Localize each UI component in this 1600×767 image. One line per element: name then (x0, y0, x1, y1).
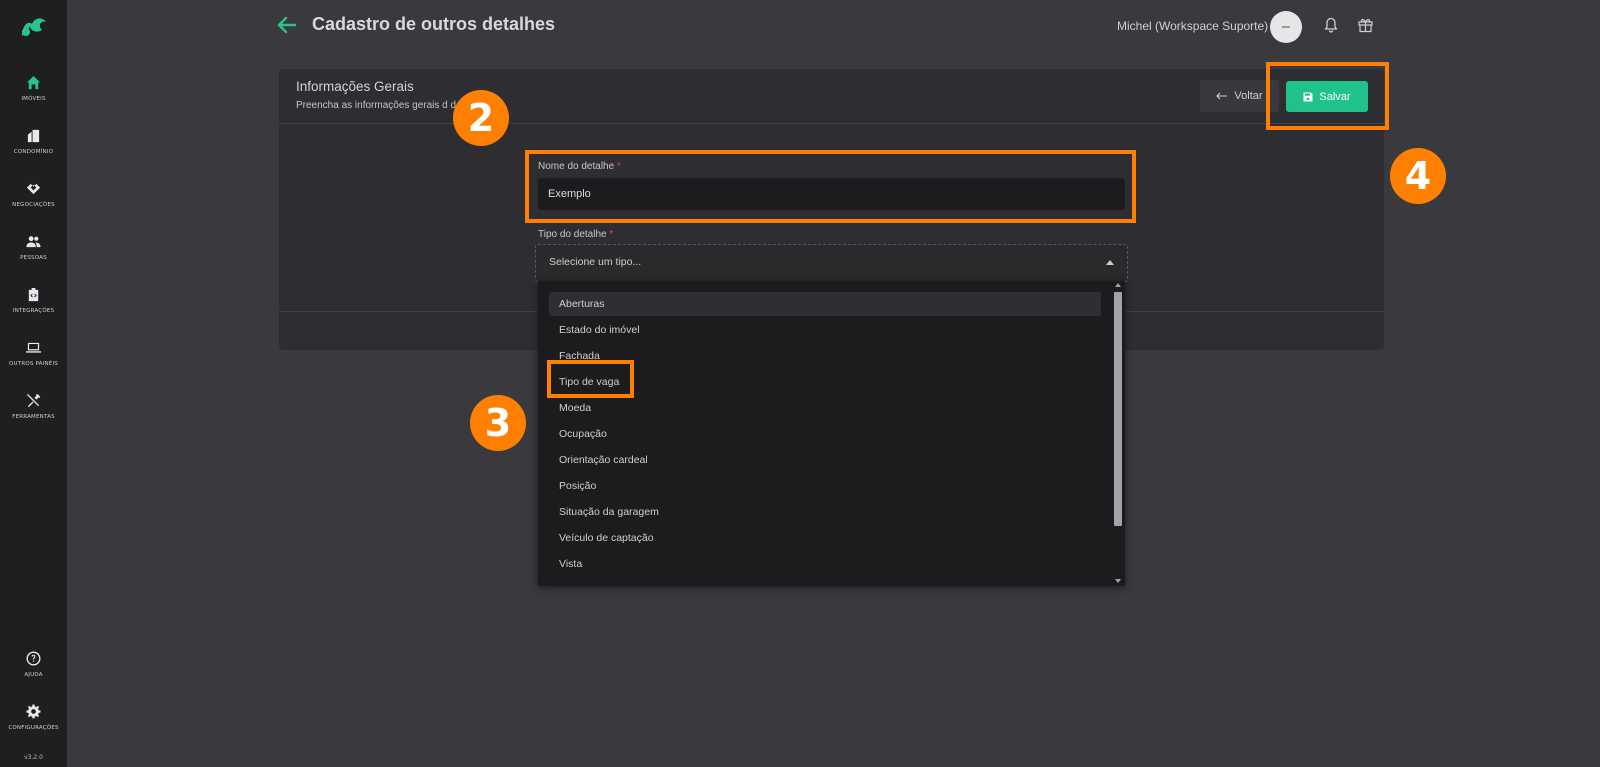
integration-icon (28, 287, 39, 302)
dropdown-option[interactable]: Moeda (549, 396, 1101, 420)
scroll-down-arrow-icon[interactable] (1115, 579, 1121, 583)
logo-icon[interactable] (18, 12, 50, 40)
type-dropdown-list[interactable]: Aberturas Estado do imóvel Fachada Tipo … (538, 281, 1125, 586)
user-name[interactable]: Michel (Workspace Suporte) (1117, 19, 1268, 33)
sidebar-item-label: NEGOCIAÇÕES (12, 202, 55, 208)
select-placeholder: Selecione um tipo... (549, 256, 642, 268)
scrollbar-thumb[interactable] (1114, 292, 1122, 526)
dropdown-option[interactable]: Aberturas (549, 292, 1101, 316)
dropdown-option[interactable]: Estado do imóvel (549, 318, 1101, 342)
sidebar: IMÓVEIS CONDOMÍNIO NEGOCIAÇÕES PESSOAS I… (0, 0, 67, 767)
header: Cadastro de outros detalhes Michel (Work… (67, 0, 1600, 52)
sidebar-item-pessoas[interactable]: PESSOAS (0, 221, 67, 274)
sidebar-item-label: CONDOMÍNIO (13, 149, 54, 155)
type-field-label: Tipo do detalhe * (538, 229, 614, 240)
bell-icon[interactable] (1323, 17, 1339, 33)
sidebar-item-label: INTEGRAÇÕES (12, 308, 55, 314)
app-version: v3.2.0 (24, 754, 43, 761)
highlight-save-button (1266, 62, 1389, 130)
sidebar-item-label: FERRAMENTAS (12, 414, 55, 420)
sidebar-item-label: PESSOAS (20, 255, 47, 261)
step-badge-2: 2 (453, 90, 509, 146)
step-badge-3: 3 (470, 395, 526, 451)
sidebar-item-ajuda[interactable]: AJUDA (0, 638, 67, 691)
sidebar-item-integracoes[interactable]: INTEGRAÇÕES (0, 274, 67, 327)
arrow-left-icon (1216, 92, 1228, 100)
avatar[interactable] (1270, 11, 1302, 43)
sidebar-item-ferramentas[interactable]: FERRAMENTAS (0, 380, 67, 433)
gear-icon (26, 704, 41, 719)
sidebar-item-configuracoes[interactable]: CONFIGURAÇÕES (0, 691, 67, 744)
scroll-up-arrow-icon[interactable] (1115, 283, 1121, 287)
dropdown-option[interactable]: Posição (549, 474, 1101, 498)
highlight-tipo-de-vaga (547, 360, 634, 398)
dropdown-option[interactable]: Vista (549, 552, 1101, 576)
step-badge-4: 4 (1390, 148, 1446, 204)
sidebar-item-label: AJUDA (24, 672, 43, 678)
back-arrow-icon[interactable] (276, 14, 298, 36)
sidebar-item-label: IMÓVEIS (21, 96, 46, 102)
sidebar-item-label: CONFIGURAÇÕES (8, 725, 59, 731)
sidebar-item-label: OUTROS PAINÉIS (9, 361, 58, 367)
sidebar-item-imoveis[interactable]: IMÓVEIS (0, 62, 67, 115)
dropdown-option[interactable]: Orientação cardeal (549, 448, 1101, 472)
caret-up-icon (1106, 260, 1114, 265)
sidebar-nav: IMÓVEIS CONDOMÍNIO NEGOCIAÇÕES PESSOAS I… (0, 62, 67, 433)
page-title: Cadastro de outros detalhes (312, 14, 556, 34)
sidebar-item-negociacoes[interactable]: NEGOCIAÇÕES (0, 168, 67, 221)
tools-icon (26, 393, 41, 408)
sidebar-item-condominio[interactable]: CONDOMÍNIO (0, 115, 67, 168)
back-button-label: Voltar (1234, 90, 1263, 102)
sidebar-bottom: AJUDA CONFIGURAÇÕES v3.2.0 (0, 638, 67, 761)
card-header: Informações Gerais Preencha as informaçõ… (279, 69, 1384, 124)
dropdown-scrollbar[interactable] (1113, 283, 1122, 583)
sidebar-item-outros-paineis[interactable]: OUTROS PAINÉIS (0, 327, 67, 380)
laptop-icon (26, 342, 41, 353)
dropdown-option[interactable]: Ocupação (549, 422, 1101, 446)
dropdown-option[interactable]: Veículo de captação (549, 526, 1101, 550)
people-icon (26, 236, 41, 248)
card-title: Informações Gerais (296, 79, 414, 94)
detail-type-select[interactable]: Selecione um tipo... (535, 244, 1128, 282)
gift-icon[interactable] (1357, 16, 1374, 33)
handshake-icon (26, 183, 41, 195)
building-icon (27, 129, 40, 143)
highlight-name-field (525, 150, 1136, 223)
home-icon (26, 75, 41, 90)
dropdown-option[interactable]: Situação da garagem (549, 500, 1101, 524)
help-icon (26, 651, 41, 666)
